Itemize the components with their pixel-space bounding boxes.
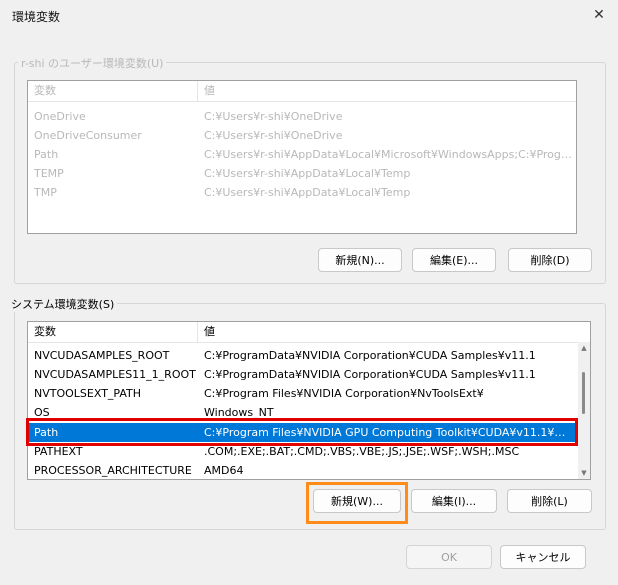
cancel-button[interactable]: キャンセル <box>500 545 586 569</box>
column-header-name[interactable]: 変数 <box>28 322 198 342</box>
column-header-value[interactable]: 値 <box>198 81 576 101</box>
ok-button[interactable]: OK <box>406 545 492 569</box>
variable-value: AMD64 <box>204 464 244 477</box>
list-item[interactable]: OneDrive C:¥Users¥r-shi¥OneDrive <box>28 107 574 126</box>
list-item[interactable]: NVTOOLSEXT_PATH C:¥Program Files¥NVIDIA … <box>28 384 576 403</box>
user-delete-button[interactable]: 削除(D) <box>508 248 592 272</box>
variable-value: Windows_NT <box>204 406 274 419</box>
list-item[interactable]: OS Windows_NT <box>28 403 576 422</box>
user-new-button[interactable]: 新規(N)... <box>318 248 402 272</box>
variable-name: PROCESSOR_ARCHITECTURE <box>34 464 192 477</box>
user-variables-list[interactable]: 変数 値 OneDrive C:¥Users¥r-shi¥OneDrive On… <box>27 80 577 234</box>
title-bar: 環境変数 ✕ <box>0 0 618 30</box>
variable-name: OneDrive <box>34 110 86 123</box>
list-header: 変数 値 <box>28 81 576 102</box>
variable-value: C:¥Users¥r-shi¥AppData¥Local¥Microsoft¥W… <box>204 148 572 161</box>
variable-value: C:¥Users¥r-shi¥AppData¥Local¥Temp <box>204 167 411 180</box>
list-item[interactable]: TMP C:¥Users¥r-shi¥AppData¥Local¥Temp <box>28 183 574 202</box>
variable-name: OneDriveConsumer <box>34 129 142 142</box>
variable-value: .COM;.EXE;.BAT;.CMD;.VBS;.VBE;.JS;.JSE;.… <box>204 445 520 458</box>
list-item[interactable]: NVCUDASAMPLES_ROOT C:¥ProgramData¥NVIDIA… <box>28 346 576 365</box>
system-new-button[interactable]: 新規(W)... <box>313 489 401 513</box>
close-icon[interactable]: ✕ <box>588 4 610 26</box>
variable-value: C:¥Users¥r-shi¥OneDrive <box>204 110 343 123</box>
variable-name: NVTOOLSEXT_PATH <box>34 387 142 400</box>
window-title: 環境変数 <box>12 10 61 24</box>
vertical-scrollbar[interactable]: ▲ ▼ <box>578 342 590 479</box>
list-item[interactable]: PROCESSOR_ARCHITECTURE AMD64 <box>28 461 576 479</box>
list-item[interactable]: TEMP C:¥Users¥r-shi¥AppData¥Local¥Temp <box>28 164 574 183</box>
scroll-down-icon[interactable]: ▼ <box>578 467 590 479</box>
scrollbar-thumb[interactable] <box>582 372 585 414</box>
system-edit-button[interactable]: 編集(I)... <box>411 489 497 513</box>
user-variables-legend: r-shi のユーザー環境変数(U) <box>18 55 167 71</box>
scroll-up-icon[interactable]: ▲ <box>578 342 590 354</box>
variable-name: Path <box>34 148 59 161</box>
variable-value: C:¥ProgramData¥NVIDIA Corporation¥CUDA S… <box>204 349 536 362</box>
variable-name: TEMP <box>34 167 64 180</box>
variable-name: PATHEXT <box>34 445 83 458</box>
column-header-name[interactable]: 変数 <box>28 81 198 101</box>
system-variables-legend: システム環境変数(S) <box>8 296 118 312</box>
list-item[interactable]: OneDriveConsumer C:¥Users¥r-shi¥OneDrive <box>28 126 574 145</box>
variable-value: C:¥Users¥r-shi¥AppData¥Local¥Temp <box>204 186 411 199</box>
variable-name: NVCUDASAMPLES_ROOT <box>34 349 170 362</box>
list-item[interactable]: NVCUDASAMPLES11_1_ROOT C:¥ProgramData¥NV… <box>28 365 576 384</box>
system-variables-list[interactable]: 変数 値 NVCUDASAMPLES_ROOT C:¥ProgramData¥N… <box>27 321 591 480</box>
list-header: 変数 値 <box>28 322 590 343</box>
list-item-selected[interactable]: Path C:¥Program Files¥NVIDIA GPU Computi… <box>28 423 576 442</box>
variable-name: Path <box>34 426 59 439</box>
variable-name: TMP <box>34 186 57 199</box>
variable-name: OS <box>34 406 50 419</box>
variable-name: NVCUDASAMPLES11_1_ROOT <box>34 368 196 381</box>
variable-value: C:¥ProgramData¥NVIDIA Corporation¥CUDA S… <box>204 368 536 381</box>
variable-value: C:¥Users¥r-shi¥OneDrive <box>204 129 343 142</box>
variable-value: C:¥Program Files¥NVIDIA Corporation¥NvTo… <box>204 387 484 400</box>
list-item[interactable]: Path C:¥Users¥r-shi¥AppData¥Local¥Micros… <box>28 145 574 164</box>
user-edit-button[interactable]: 編集(E)... <box>412 248 496 272</box>
column-header-value[interactable]: 値 <box>198 322 578 342</box>
variable-value: C:¥Program Files¥NVIDIA GPU Computing To… <box>204 426 572 439</box>
list-item[interactable]: PATHEXT .COM;.EXE;.BAT;.CMD;.VBS;.VBE;.J… <box>28 442 576 461</box>
system-delete-button[interactable]: 削除(L) <box>507 489 592 513</box>
